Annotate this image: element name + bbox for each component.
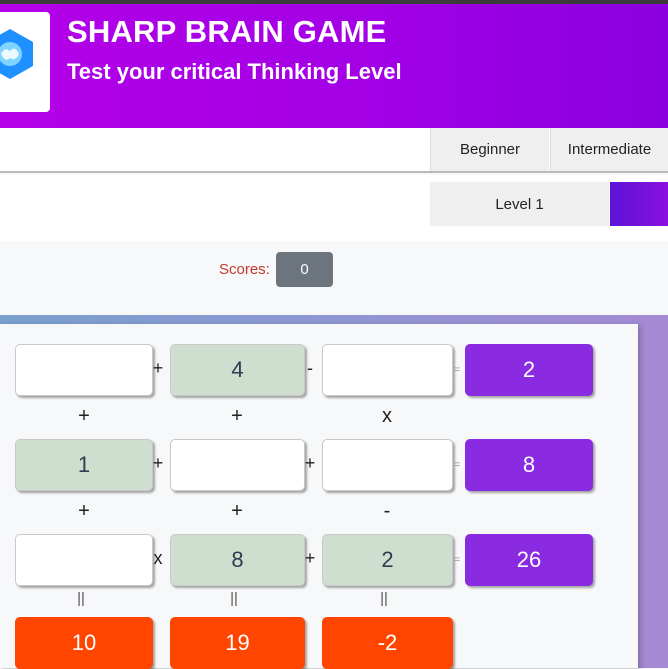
row-operator: + — [152, 358, 164, 378]
column-operator: + — [78, 500, 90, 522]
tab-beginner[interactable]: Beginner — [430, 128, 549, 171]
score-badge: 0 — [276, 252, 333, 287]
column-operator: x — [382, 405, 392, 427]
puzzle-cell-r1-c2: 4 — [170, 344, 305, 396]
puzzle-cell-r2-c2[interactable] — [170, 439, 305, 491]
puzzle-cell-r2-c3[interactable] — [322, 439, 453, 491]
puzzle-cell-r1-c1[interactable] — [15, 344, 153, 396]
row-operator: + — [152, 453, 164, 473]
score-panel: Scores: 0 — [0, 241, 668, 299]
column-equals: || — [380, 590, 388, 607]
column-operator: + — [231, 405, 243, 427]
row-result: 26 — [465, 534, 593, 586]
app-title: SHARP BRAIN GAME — [67, 14, 387, 49]
puzzle-cell-r3-c3: 2 — [322, 534, 453, 586]
column-equals: || — [77, 590, 85, 607]
puzzle-cell-r2-c1: 1 — [15, 439, 153, 491]
equals-sign: = — [453, 459, 461, 471]
puzzle-cell-r3-c2: 8 — [170, 534, 305, 586]
row-operator: x — [153, 548, 163, 568]
row-operator: + — [304, 548, 316, 568]
brain-hexagon-icon — [0, 29, 33, 79]
column-total: -2 — [322, 617, 453, 669]
row-result: 2 — [465, 344, 593, 396]
column-operator: + — [231, 500, 243, 522]
tab-intermediate[interactable]: Intermediate — [550, 128, 668, 171]
puzzle-cell-r3-c1[interactable] — [15, 534, 153, 586]
puzzle-board: + 4 - = 2 + + x 1 + + = 8 + + - x 8 + 2 … — [0, 324, 638, 669]
row-result: 8 — [465, 439, 593, 491]
level-next-button[interactable] — [610, 182, 668, 226]
app-subtitle: Test your critical Thinking Level — [67, 59, 402, 84]
score-label: Scores: — [219, 261, 270, 278]
column-operator: - — [383, 500, 391, 522]
puzzle-cell-r1-c3[interactable] — [322, 344, 453, 396]
equals-sign: = — [453, 364, 461, 376]
column-operator: + — [78, 405, 90, 427]
difficulty-tabs: Beginner Intermediate — [0, 128, 668, 173]
level-selector: Level 1 — [0, 175, 668, 241]
equals-sign: = — [453, 554, 461, 566]
app-header: SHARP BRAIN GAME Test your critical Thin… — [0, 4, 668, 128]
column-total: 10 — [15, 617, 153, 669]
row-operator: - — [307, 358, 313, 378]
column-total: 19 — [170, 617, 305, 669]
row-operator: + — [304, 453, 316, 473]
column-equals: || — [230, 590, 238, 607]
level-1-button[interactable]: Level 1 — [430, 182, 609, 226]
